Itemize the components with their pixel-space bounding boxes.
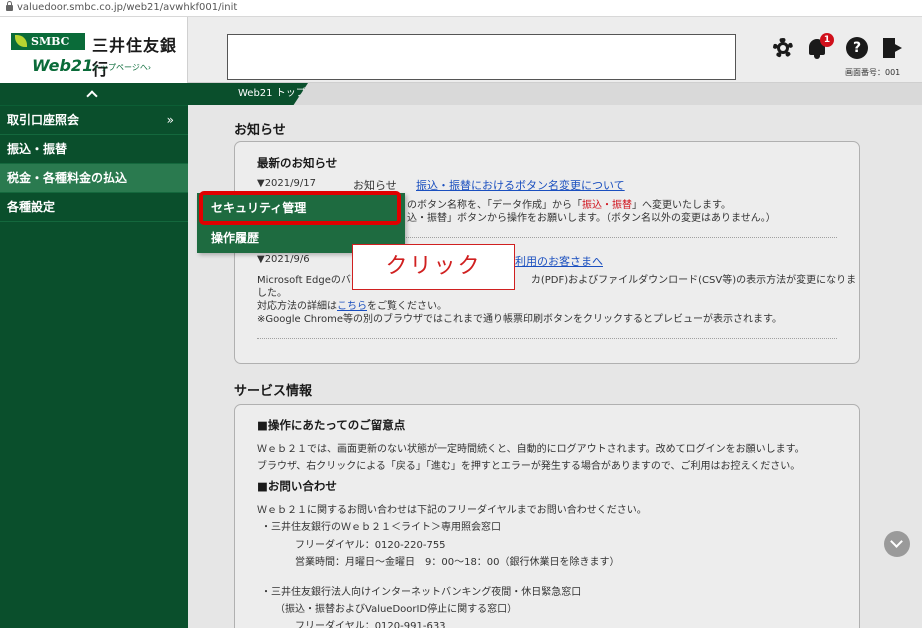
notice1-link[interactable]: 振込・振替におけるボタン名変更について xyxy=(416,177,625,193)
expand-arrow-icon: » xyxy=(166,113,174,127)
sidebar-item-tax-payment[interactable]: 税金・各種料金の払込 xyxy=(0,164,188,193)
click-annotation: クリック xyxy=(352,244,515,290)
contact2-phone: フリーダイヤル：0120-991-633 xyxy=(295,621,446,628)
chevron-down-icon xyxy=(890,535,903,548)
sidebar-collapse-toggle[interactable] xyxy=(0,83,188,106)
caution-line1: Ｗｅｂ２１では、画面更新のない状態が一定時間続くと、自動的にログアウトされます。… xyxy=(257,444,805,455)
help-icon[interactable]: ? xyxy=(846,37,868,59)
contact1-name: ・三井住友銀行のＷｅｂ２１＜ライト＞専用照会窓口 xyxy=(261,522,501,533)
sidebar-item-transfer[interactable]: 振込・振替 xyxy=(0,135,188,164)
header-blank-box xyxy=(227,34,736,80)
notice1-line2: 込・振替」ボタンから操作をお願いします。（ボタン名以外の変更はありません。） xyxy=(407,213,776,224)
scroll-down-button[interactable] xyxy=(884,531,910,557)
contact2-note: （振込・振替およびValueDoorID停止に関する窓口） xyxy=(275,604,518,615)
service-section-title: サービス情報 xyxy=(234,384,313,399)
contact1-phone: フリーダイヤル：0120-220-755 xyxy=(295,540,446,551)
settings-gear-icon[interactable] xyxy=(772,37,794,59)
top-page-link[interactable]: トップページへ› xyxy=(92,62,151,73)
logo-area[interactable]: SMBC 三井住友銀行 Web21 トップページへ› xyxy=(0,17,188,83)
lock-icon xyxy=(6,1,13,11)
caution-title: ■操作にあたってのご留意点 xyxy=(257,418,406,432)
smbc-logo: SMBC xyxy=(11,33,85,50)
notification-bell-icon[interactable]: 1 xyxy=(806,33,834,59)
highlight-outline xyxy=(199,191,401,225)
notice1-date: ▼2021/9/17 xyxy=(257,178,316,189)
service-panel: ■操作にあたってのご留意点 Ｗｅｂ２１では、画面更新のない状態が一定時間続くと、… xyxy=(234,404,860,628)
screen-number: 画面番号：001 xyxy=(845,68,901,77)
sidebar-item-account-inquiry[interactable]: 取引口座照会 » xyxy=(0,106,188,135)
contact-intro: Ｗｅｂ２１に関するお問い合わせは下記のフリーダイヤルまでお問い合わせください。 xyxy=(257,505,647,516)
breadcrumb-bar: Web21 トップ xyxy=(188,83,922,105)
contact1-hours: 営業時間：月曜日～金曜日 9：00～18：00（銀行休業日を除きます） xyxy=(295,557,620,568)
contact2-name: ・三井住友銀行法人向けインターネットバンキング夜間・休日緊急窓口 xyxy=(261,587,582,598)
divider xyxy=(257,338,837,339)
sidebar: 取引口座照会 » 振込・振替 税金・各種料金の払込 各種設定 xyxy=(0,83,188,628)
latest-notice-title: 最新のお知らせ xyxy=(257,156,338,170)
leaf-icon xyxy=(15,35,27,47)
notice2-date: ▼2021/9/6 xyxy=(257,254,310,265)
notice2-line4: ※Google Chrome等の別のブラウザではこれまで通り帳票印刷ボタンをクリ… xyxy=(257,314,783,325)
chevron-up-icon xyxy=(86,90,98,102)
breadcrumb-web21-top[interactable]: Web21 トップ xyxy=(188,83,308,105)
notification-badge: 1 xyxy=(820,33,834,47)
browser-address-bar[interactable]: valuedoor.smbc.co.jp/web21/avwhkf001/ini… xyxy=(0,0,922,17)
notice-section-title: お知らせ xyxy=(234,123,286,138)
page-header: SMBC 三井住友銀行 Web21 トップページへ› 1 ? 画面番号：001 xyxy=(0,17,922,83)
main-content: Web21 トップ お知らせ 最新のお知らせ ▼2021/9/17 お知らせ 振… xyxy=(188,83,922,628)
url-text: valuedoor.smbc.co.jp/web21/avwhkf001/ini… xyxy=(17,2,238,13)
caution-line2: ブラウザ、右クリックによる「戻る」「進む」を押すとエラーが発生する場合があります… xyxy=(257,461,801,472)
logout-icon[interactable] xyxy=(881,37,903,59)
sidebar-item-settings[interactable]: 各種設定 xyxy=(0,193,188,222)
contact-title: ■お問い合わせ xyxy=(257,479,337,493)
web21-logo: Web21 xyxy=(32,56,94,75)
notice2-link[interactable]: 利用のお客さまへ xyxy=(515,253,603,269)
notice2-line1: Microsoft Edgeのバー カ(PDF)およびファイルダウンロード(CSV… xyxy=(257,275,857,286)
